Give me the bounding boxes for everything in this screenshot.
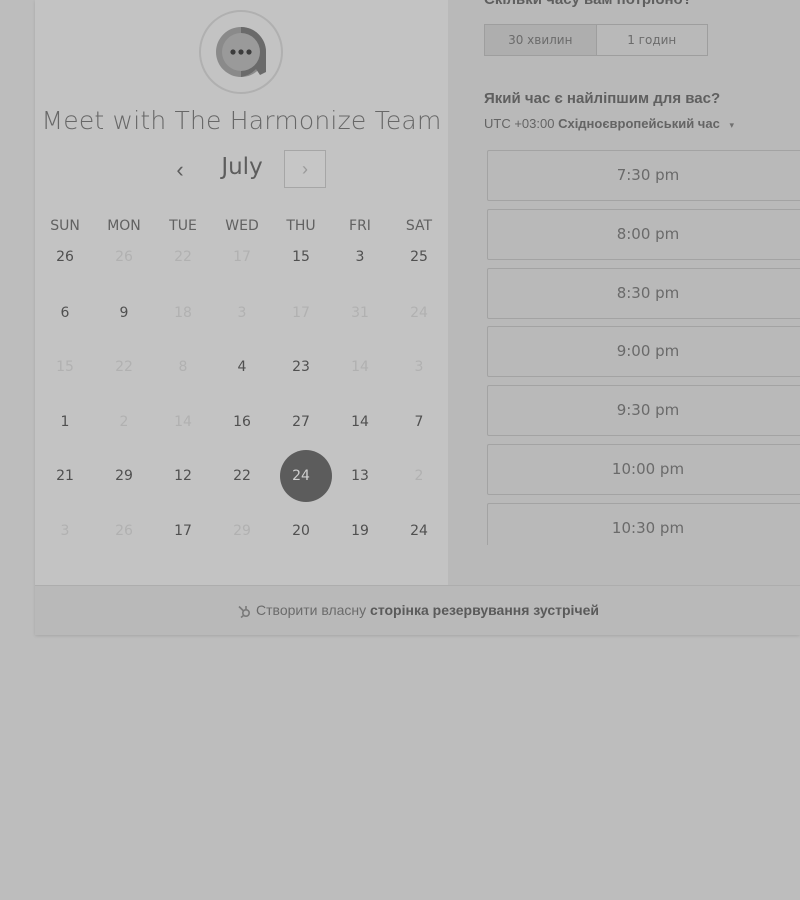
next-month-button[interactable]: › (284, 150, 326, 188)
month-label: July (221, 154, 263, 180)
duration-option-60[interactable]: 1 годин (597, 25, 708, 55)
calendar-day[interactable]: 17 (153, 521, 213, 541)
hubspot-sprocket-icon (238, 606, 251, 619)
time-slot[interactable]: 10:00 pm (487, 444, 800, 495)
calendar-day[interactable]: 4 (212, 357, 272, 377)
weekday-label: WED (225, 218, 259, 234)
calendar-day: 18 (174, 305, 192, 321)
calendar-day: 2 (119, 414, 129, 430)
page-title: Meet with The Harmonize Team (41, 106, 442, 135)
calendar-day[interactable]: 14 (330, 412, 390, 432)
calendar-day: 14 (174, 414, 192, 430)
chevron-down-icon: ▾ (729, 120, 734, 130)
calendar-day[interactable]: 21 (35, 466, 95, 486)
footer-link[interactable]: сторінка резервування зустрічей (370, 602, 599, 618)
calendar-day[interactable]: 20 (271, 521, 331, 541)
calendar-day: 3 (237, 305, 247, 321)
timezone-offset: UTC +03:00 (484, 116, 555, 131)
calendar-day[interactable]: 26 (35, 247, 95, 267)
footer: Створити власну сторінка резервування зу… (35, 585, 800, 635)
calendar-day: 26 (115, 523, 133, 539)
calendar-day[interactable]: 22 (212, 466, 272, 486)
prev-month-button[interactable]: ‹ (166, 152, 194, 188)
calendar-day: 3 (414, 359, 424, 375)
weekday-label: SUN (50, 218, 80, 234)
time-slot-list[interactable]: 7:30 pm 8:00 pm 8:30 pm 9:00 pm 9:30 pm … (487, 148, 800, 545)
calendar-day: 8 (178, 359, 188, 375)
calendar-day: 26 (115, 249, 133, 265)
calendar-day: 22 (115, 359, 133, 375)
chat-bubble-icon (216, 27, 266, 77)
calendar-day[interactable]: 13 (330, 466, 390, 486)
calendar-day: 17 (233, 249, 251, 265)
calendar-day[interactable]: 23 (271, 357, 331, 377)
calendar-day: 22 (174, 249, 192, 265)
weekday-label: FRI (349, 218, 371, 234)
calendar-day[interactable]: 6 (35, 303, 95, 323)
calendar-day[interactable]: 1 (35, 412, 95, 432)
duration-option-30[interactable]: 30 хвилин (485, 25, 597, 55)
time-slot[interactable]: 8:00 pm (487, 209, 800, 260)
calendar-day: 2 (414, 468, 424, 484)
time-question: Який час є найліпшим для вас? (484, 90, 721, 107)
calendar-day: 3 (60, 523, 70, 539)
time-slot[interactable]: 8:30 pm (487, 268, 800, 319)
timezone-name: Східноєвропейський час (558, 116, 720, 131)
calendar-day: 31 (351, 305, 369, 321)
footer-prefix: Створити власну (256, 602, 367, 618)
calendar-day[interactable]: 25 (389, 247, 449, 267)
time-slot[interactable]: 9:00 pm (487, 326, 800, 377)
calendar-day: 17 (292, 305, 310, 321)
calendar-day: 29 (233, 523, 251, 539)
calendar-day[interactable]: 29 (94, 466, 154, 486)
calendar-day: 24 (410, 305, 428, 321)
calendar-day: 15 (56, 359, 74, 375)
calendar-day[interactable]: 27 (271, 412, 331, 432)
weekday-label: MON (107, 218, 141, 234)
calendar-day[interactable]: 7 (389, 412, 449, 432)
calendar-day: 14 (351, 359, 369, 375)
calendar-day[interactable]: 19 (330, 521, 390, 541)
calendar-day[interactable]: 3 (330, 247, 390, 267)
time-slot[interactable]: 9:30 pm (487, 385, 800, 436)
weekday-label: SAT (405, 218, 433, 234)
time-slot[interactable]: 10:30 pm (487, 503, 800, 545)
weekday-label: THU (286, 218, 316, 234)
calendar-day[interactable]: 15 (271, 247, 331, 267)
time-slot[interactable]: 7:30 pm (487, 150, 800, 201)
duration-question: Скільки часу вам потрібно? (484, 0, 692, 8)
calendar-day-selected[interactable]: 24 (271, 466, 331, 486)
calendar-day[interactable]: 9 (94, 303, 154, 323)
calendar-day[interactable]: 16 (212, 412, 272, 432)
calendar-day[interactable]: 12 (153, 466, 213, 486)
duration-toggle: 30 хвилин 1 годин (484, 24, 708, 56)
weekday-label: TUE (169, 218, 197, 234)
calendar-day[interactable]: 24 (389, 521, 449, 541)
timezone-select[interactable]: UTC +03:00 Східноєвропейський час ▾ (484, 116, 734, 131)
